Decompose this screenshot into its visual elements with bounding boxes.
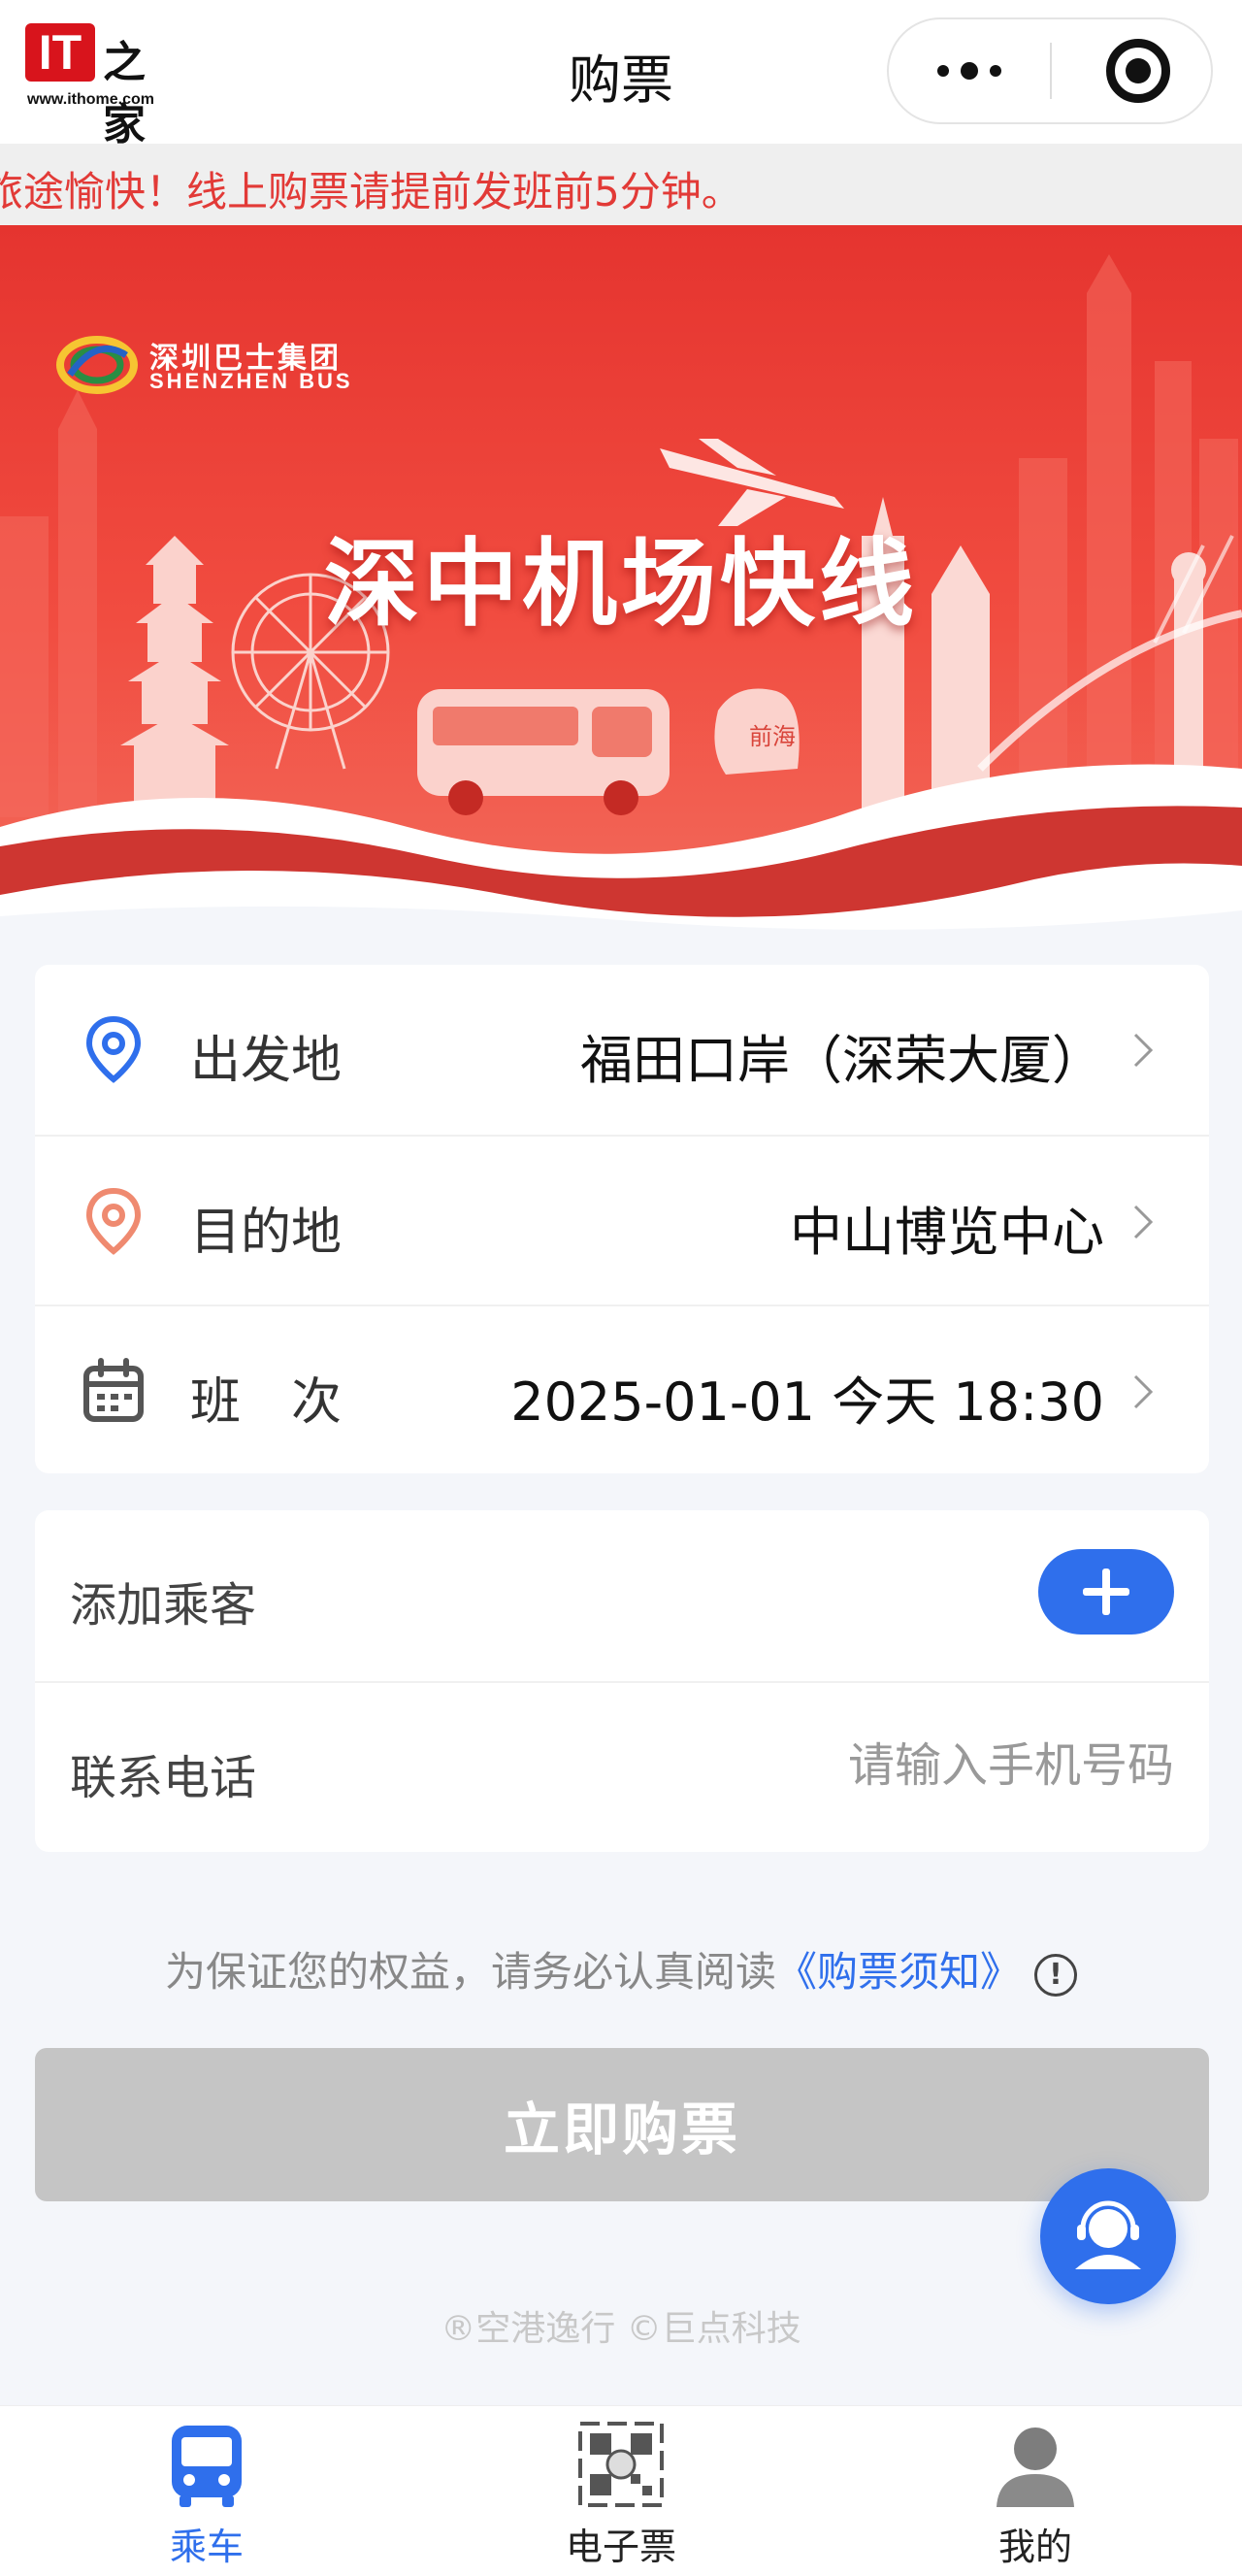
location-pin-icon [85, 1015, 142, 1083]
chevron-right-icon [1133, 1033, 1154, 1068]
banner-title: 深中机场快线 [323, 529, 918, 640]
shenzhen-bus-emblem-icon [56, 336, 138, 394]
contact-phone-label: 联系电话 [70, 1751, 257, 1805]
destination-row[interactable]: 目的地 中山博览中心 [35, 1135, 1209, 1304]
tab-ride[interactable]: 乘车 [0, 2406, 413, 2576]
purchase-notice-link[interactable]: 《购票须知》 [776, 1948, 1021, 1996]
add-passenger-button[interactable] [1038, 1549, 1174, 1635]
copyright: ®空港逸行 ©巨点科技 [441, 2309, 801, 2349]
schedule-value: 2025-01-01 今天 18:30 [510, 1371, 1104, 1433]
add-passenger-row: 添加乘客 [35, 1510, 1209, 1681]
contact-phone-row: 联系电话 [35, 1681, 1209, 1852]
capsule-divider [1050, 43, 1052, 99]
more-dots-icon[interactable] [889, 19, 1050, 122]
customer-service-button[interactable] [1040, 2168, 1176, 2304]
tab-e-ticket[interactable]: 电子票 [414, 2406, 828, 2576]
tab-mine-label: 我的 [997, 2526, 1072, 2568]
tab-ride-label: 乘车 [169, 2526, 244, 2568]
shenzhen-bus-logo: 深圳巴士集团 SHENZHEN BUS [56, 326, 386, 404]
banner-decor-text: 前海 [749, 723, 796, 750]
departure-label: 出发地 [190, 1032, 343, 1090]
passenger-card: 添加乘客 联系电话 [35, 1510, 1209, 1852]
bus-icon [172, 2426, 242, 2507]
destination-label: 目的地 [190, 1204, 343, 1262]
schedule-row[interactable]: 班 次 2025-01-01 今天 18:30 [35, 1305, 1209, 1473]
agreement-text: 为保证您的权益，请务必认真阅读 [164, 1948, 776, 1996]
tab-mine[interactable]: 我的 [829, 2406, 1242, 2576]
headset-agent-icon [1075, 2200, 1141, 2269]
route-card: 出发地 福田口岸（深荣大厦） 目的地 中山博览中心 班 次 2025-01-01… [35, 965, 1209, 1473]
notice-text: 旅途愉快！线上购票请提前发班前5分钟。 [0, 168, 742, 215]
chevron-right-icon [1133, 1374, 1154, 1409]
ticket-purchase-page: IT 之家 www.ithome.com 购票 旅途愉快！线上购票请提前发班前5… [0, 0, 1242, 2576]
target-close-icon[interactable] [1106, 39, 1170, 103]
info-icon[interactable]: ! [1034, 1953, 1078, 1997]
phone-input[interactable] [670, 1732, 1174, 1800]
top-bar: IT 之家 www.ithome.com 购票 [0, 0, 1242, 149]
bottom-tab-bar: 乘车 电子票 我的 [0, 2405, 1242, 2576]
chevron-right-icon [1133, 1205, 1154, 1239]
add-passenger-label: 添加乘客 [70, 1578, 257, 1633]
schedule-label: 班 次 [190, 1373, 343, 1432]
route-banner: 前海 深圳巴士集团 SHENZHEN BUS 深中机场快线 [0, 225, 1242, 934]
calendar-icon [83, 1358, 144, 1422]
buy-now-button[interactable]: 立即购票 [35, 2048, 1209, 2201]
tab-e-ticket-label: 电子票 [565, 2526, 676, 2568]
company-name-en: SHENZHEN BUS [149, 369, 353, 393]
notice-bar: 旅途愉快！线上购票请提前发班前5分钟。 [0, 144, 1242, 225]
location-pin-icon [85, 1187, 142, 1255]
destination-value: 中山博览中心 [790, 1202, 1104, 1263]
mini-program-capsule [887, 17, 1213, 124]
departure-row[interactable]: 出发地 福田口岸（深荣大厦） [35, 965, 1209, 1134]
purchase-agreement: 为保证您的权益，请务必认真阅读《购票须知》! [0, 1939, 1242, 1998]
qr-code-icon [578, 2422, 664, 2507]
person-icon [997, 2427, 1074, 2507]
departure-value: 福田口岸（深荣大厦） [580, 1030, 1104, 1091]
